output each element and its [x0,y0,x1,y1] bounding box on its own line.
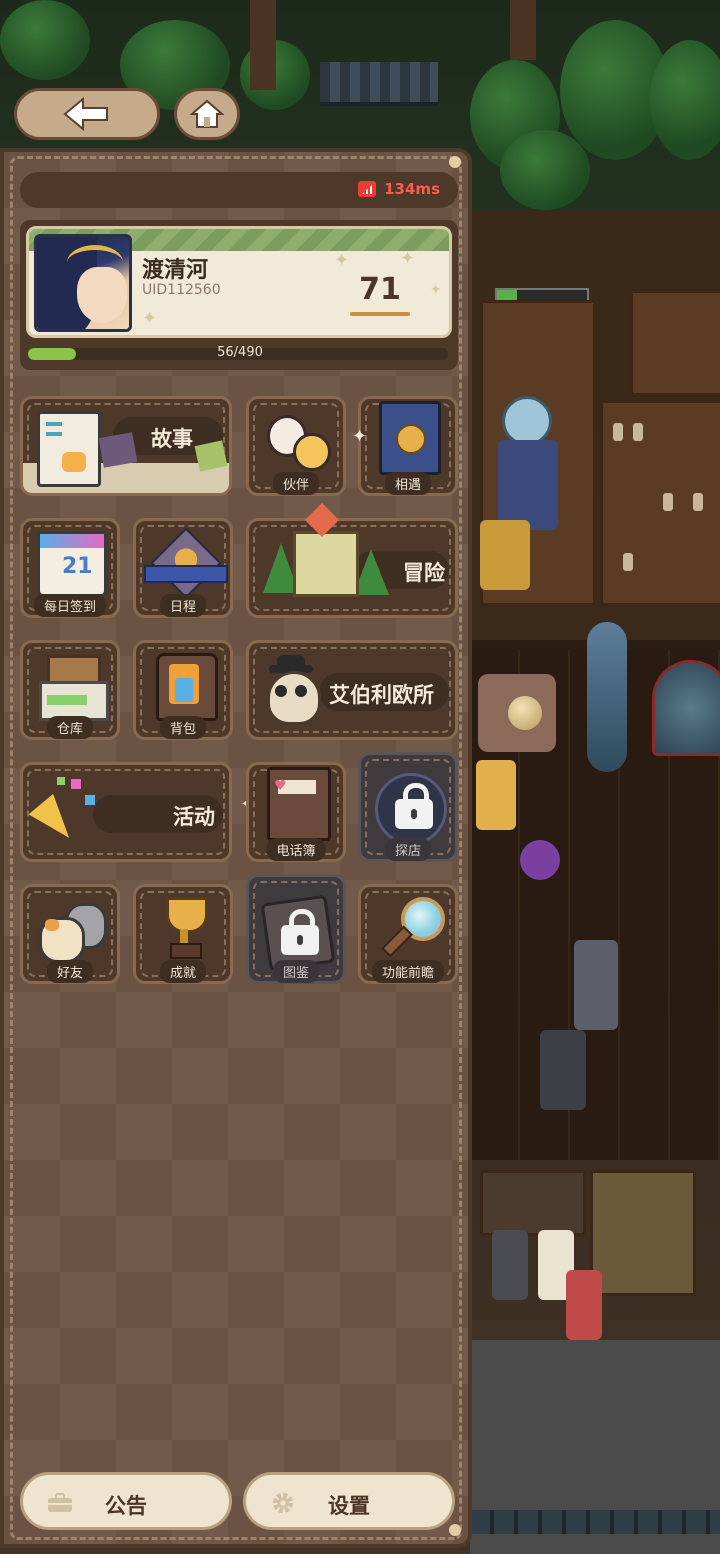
magnifier-icon [375,895,445,961]
medal-badge-icon [149,526,223,600]
player-name: 渡清河 [142,258,209,283]
sparkle-icon: ✦ [352,426,368,447]
lock-icon [281,909,319,955]
explore-store-tile[interactable]: 探店 [358,752,458,862]
panel-corner-ornament [449,156,461,168]
arrow-left-icon [63,97,108,131]
signal-icon [358,181,377,197]
lock-icon [395,783,433,829]
codex-tile[interactable]: 图鉴 [246,874,346,984]
storybook-icon [37,411,101,487]
exp-text: 56/490 [217,345,263,360]
warehouse-label: 仓库 [46,716,94,739]
trophy-icon [164,897,208,959]
schedule-label: 日程 [159,594,207,617]
notice-button[interactable]: 公告 [20,1472,232,1530]
encounter-banner-icon [379,401,441,475]
phonebook-tile[interactable]: ♥ 电话簿 [246,762,346,862]
daily-signin-label: 每日签到 [33,594,107,617]
encounter-tile[interactable]: 相遇 [358,396,458,496]
avatar[interactable] [34,234,132,332]
panel-corner-ornament [449,1524,461,1536]
partner-characters-icon [263,407,331,471]
activity-label: 活动 [173,805,215,829]
encounter-label: 相遇 [384,472,432,495]
ping-indicator: 134ms [358,180,440,198]
phonebook-icon: ♥ [267,767,331,841]
player-uid: UID112560 [142,282,221,298]
phonebook-label: 电话簿 [266,838,326,861]
settings-button[interactable]: 设置 [243,1472,455,1530]
friends-tile[interactable]: 好友 [20,884,120,984]
party-popper-icon [28,777,101,849]
achievements-tile[interactable]: 成就 [133,884,233,984]
codex-label: 图鉴 [272,960,320,983]
home-button[interactable] [174,88,240,140]
exp-progress-fill [28,348,76,360]
warehouse-tile[interactable]: 仓库 [20,640,120,740]
ping-value: 134ms [384,180,440,198]
cats-friends-icon [37,897,107,963]
owl-detective-icon [263,655,321,725]
backpack-label: 背包 [159,716,207,739]
warehouse-crate-icon [39,655,109,721]
calendar-date: 21 [62,554,93,579]
status-bar: 134ms [20,172,458,208]
story-label: 故事 [151,427,193,451]
explore-store-label: 探店 [384,838,432,861]
office-tile[interactable]: 艾伯利欧所 [246,640,458,740]
activity-tile[interactable]: 活动 [20,762,232,862]
schedule-tile[interactable]: 日程 [133,518,233,618]
partner-label: 伙伴 [272,472,320,495]
achievements-label: 成就 [159,960,207,983]
daily-signin-tile[interactable]: 21 每日签到 [20,518,120,618]
calendar-icon: 21 [37,531,107,597]
home-icon [190,99,224,128]
settings-label: 设置 [328,1494,370,1518]
back-button[interactable] [14,88,160,140]
office-label: 艾伯利欧所 [329,683,434,707]
partner-tile[interactable]: 伙伴 [246,396,346,496]
friends-label: 好友 [46,960,94,983]
sparkle-icon: ✦ [142,308,158,329]
level-underline [350,312,410,316]
adventure-label: 冒险 [403,561,445,585]
sparkle-icon: ✦ [400,248,416,269]
adventure-tile[interactable]: 冒险 [246,503,458,618]
sparkle-icon: ✦ [334,250,350,271]
feature-preview-tile[interactable]: 功能前瞻 [358,884,458,984]
backpack-tile[interactable]: 背包 [133,640,233,740]
feature-preview-label: 功能前瞻 [371,960,445,983]
sparkle-icon: ✦ [430,282,442,298]
backpack-icon [156,653,218,721]
story-tile[interactable]: 故事 [20,396,232,496]
player-level: 71 [359,272,401,307]
notice-label: 公告 [105,1494,147,1518]
adventure-map-icon [259,503,389,613]
